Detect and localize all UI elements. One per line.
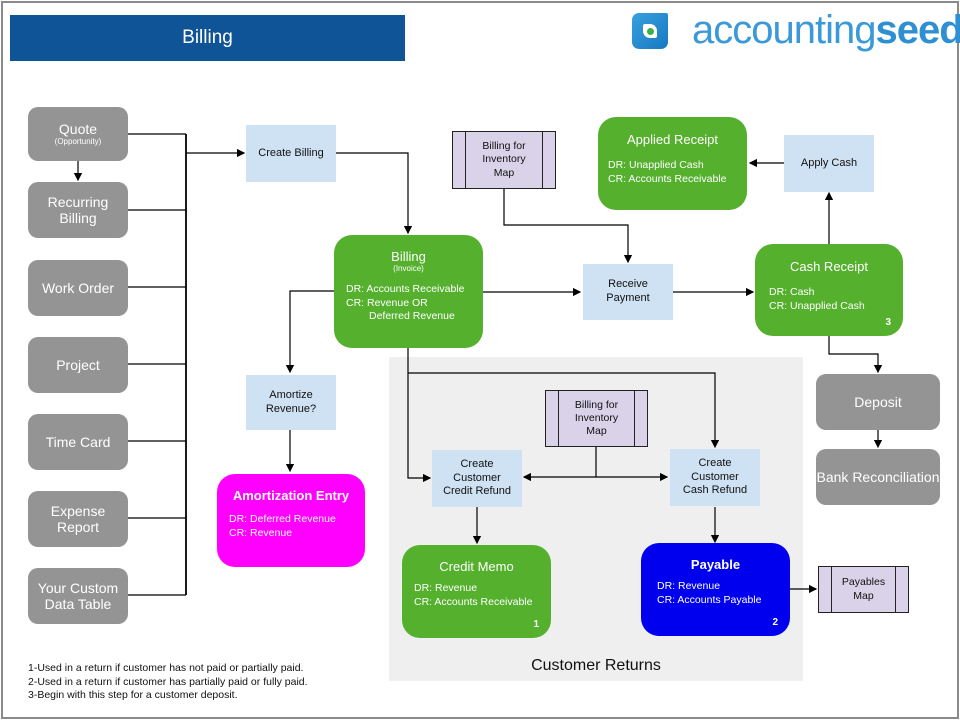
footnote-marker: 1	[533, 619, 539, 630]
credit-line: CR: Accounts Receivable	[414, 595, 533, 608]
map-billing-for-inventory-top[interactable]: Billing for Inventory Map	[452, 131, 556, 189]
source-label: Your Custom Data Table	[37, 579, 119, 612]
source-label: Expense Report	[50, 502, 106, 535]
step-apply-cash[interactable]: Apply Cash	[784, 135, 874, 192]
connector	[522, 446, 597, 482]
connector	[407, 348, 432, 483]
banking-label: Bank Reconciliation	[816, 468, 940, 485]
map-payables[interactable]: Payables Map	[818, 566, 909, 613]
banking-label: Deposit	[854, 393, 902, 410]
debit-line: DR: Accounts Receivable	[346, 283, 465, 295]
credit-line: CR: Accounts Payable	[657, 593, 762, 606]
record-billing[interactable]: Billing (Invoice) DR: Accounts Receivabl…	[334, 235, 483, 348]
record-title: Cash Receipt	[789, 259, 869, 274]
record-title: Applied Receipt	[626, 132, 719, 147]
record-payable[interactable]: Payable DR: Revenue CR: Accounts Payable…	[641, 543, 790, 636]
source-label: Quote	[58, 121, 98, 138]
record-applied-receipt[interactable]: Applied Receipt DR: Unapplied Cash CR: A…	[598, 117, 747, 210]
credit-line: CR: Unapplied Cash	[769, 299, 865, 312]
record-title: Payable	[690, 557, 741, 572]
record-title: Amortization Entry	[232, 488, 350, 503]
step-create-billing[interactable]: Create Billing	[246, 125, 336, 182]
credit-line-cont: Deferred Revenue	[369, 310, 455, 323]
accountingseed-logo: accountingseed	[632, 8, 960, 53]
record-subtitle: (Invoice)	[393, 264, 424, 273]
debit-line: DR: Deferred Revenue	[229, 513, 336, 525]
connector	[828, 335, 883, 374]
record-amortization-entry[interactable]: Amortization Entry DR: Deferred Revenue …	[217, 474, 365, 567]
connector	[336, 152, 413, 235]
credit-line: CR: Revenue	[229, 526, 293, 539]
source-quote[interactable]: Quote (Opportunity)	[28, 107, 128, 161]
accountingseed-logo-icon	[632, 12, 668, 49]
footnote: 1-Used in a return if customer has not p…	[28, 662, 304, 674]
source-time-card[interactable]: Time Card	[28, 414, 128, 470]
source-expense-report[interactable]: Expense Report	[28, 491, 128, 547]
source-work-order[interactable]: Work Order	[28, 260, 128, 316]
step-amortize-revenue[interactable]: Amortize Revenue?	[246, 375, 336, 430]
debit-line: DR: Unapplied Cash	[608, 159, 704, 171]
connector	[285, 290, 334, 374]
source-label: Work Order	[41, 279, 115, 296]
record-title: Credit Memo	[439, 559, 514, 574]
debit-line: DR: Revenue	[414, 582, 478, 594]
footnote: 2-Used in a return if customer has parti…	[28, 675, 308, 688]
record-cash-receipt[interactable]: Cash Receipt DR: Cash CR: Unapplied Cash…	[755, 244, 903, 336]
debit-line: DR: Revenue	[657, 580, 721, 592]
banking-deposit[interactable]: Deposit	[816, 374, 940, 430]
credit-line: CR: Accounts Receivable	[608, 172, 727, 185]
source-project[interactable]: Project	[28, 337, 128, 393]
record-title: Billing	[391, 249, 426, 264]
footnote-marker: 2	[772, 617, 778, 628]
page-title: Billing	[10, 15, 405, 61]
step-create-customer-credit-refund[interactable]: Create Customer Credit Refund	[432, 450, 522, 507]
debit-line: DR: Cash	[769, 286, 815, 298]
source-label: Recurring Billing	[47, 193, 109, 226]
record-credit-memo[interactable]: Credit Memo DR: Revenue CR: Accounts Rec…	[402, 545, 551, 638]
source-custom-data-table[interactable]: Your Custom Data Table	[28, 568, 128, 624]
source-recurring-billing[interactable]: Recurring Billing	[28, 182, 128, 238]
source-sublabel: (Opportunity)	[54, 137, 102, 147]
footnote-marker: 3	[885, 317, 891, 328]
footnotes: 1-Used in a return if customer has not p…	[28, 662, 308, 703]
credit-line: CR: Revenue OR	[346, 296, 428, 309]
step-receive-payment[interactable]: Receive Payment	[583, 264, 673, 320]
step-create-customer-cash-refund[interactable]: Create Customer Cash Refund	[670, 449, 760, 506]
source-label: Time Card	[45, 433, 111, 450]
banking-bank-reconciliation[interactable]: Bank Reconciliation	[816, 449, 940, 505]
source-label: Project	[56, 356, 100, 373]
logo-text: accountingseed	[692, 8, 960, 52]
footnote: 3-Begin with this step for a customer de…	[28, 689, 238, 702]
map-billing-for-inventory-returns[interactable]: Billing for Inventory Map	[545, 390, 648, 447]
